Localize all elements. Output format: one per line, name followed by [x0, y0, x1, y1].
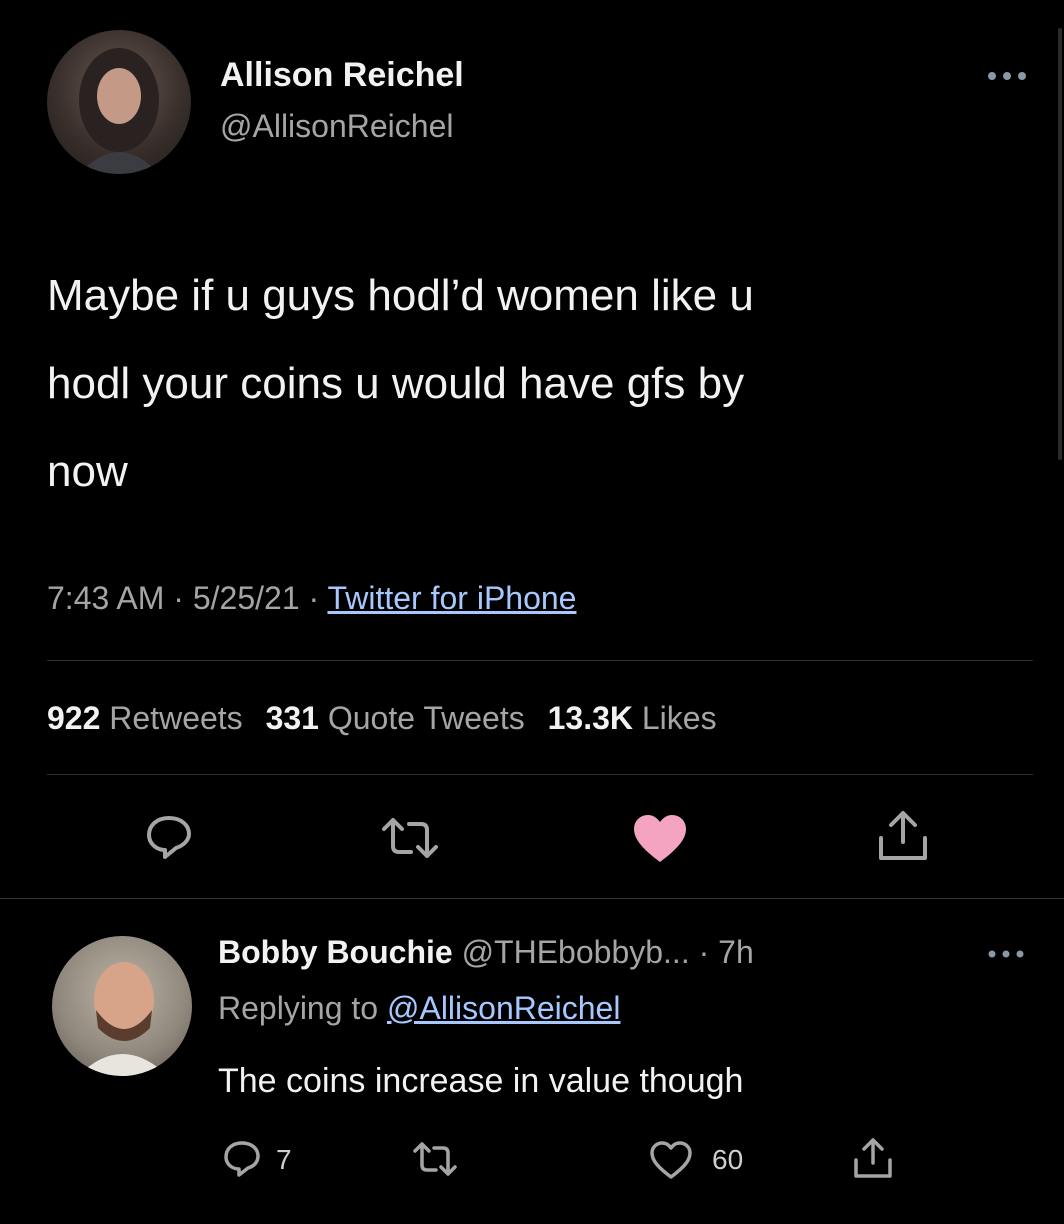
- retweet-icon[interactable]: [381, 814, 439, 862]
- tweet-meta: 7:43 AM · 5/25/21 · Twitter for iPhone: [47, 580, 576, 617]
- tweet-time[interactable]: 7:43 AM: [47, 580, 164, 616]
- share-icon[interactable]: [876, 808, 930, 864]
- reply-age[interactable]: · 7h: [699, 934, 754, 970]
- reply-author-handle[interactable]: @THEbobbyb...: [462, 934, 690, 970]
- reply-text: The coins increase in value though: [218, 1062, 744, 1100]
- tweet-text-line: hodl your coins u would have gfs by: [47, 359, 745, 408]
- likes-label: Likes: [641, 700, 717, 736]
- tweet-text-line: now: [47, 447, 128, 496]
- separator: ·: [308, 580, 320, 616]
- quotes-label: Quote Tweets: [327, 700, 525, 736]
- reply-reply-count: 7: [276, 1144, 292, 1175]
- replying-to: Replying to @AllisonReichel: [218, 990, 620, 1027]
- reply-like-count: 60: [712, 1144, 744, 1175]
- retweets-label: Retweets: [109, 700, 243, 736]
- divider: [47, 660, 1033, 661]
- replying-to-label: Replying to: [218, 990, 379, 1026]
- quotes-count: 331: [265, 700, 319, 736]
- reply-retweet-icon[interactable]: [412, 1140, 458, 1178]
- retweets-count: 922: [47, 700, 101, 736]
- tweet-text-line: Maybe if u guys hodl’d women like u: [47, 271, 754, 320]
- likes-count: 13.3K: [547, 700, 633, 736]
- tweet-text: Maybe if u guys hodl’d women like u hodl…: [47, 252, 1047, 516]
- tweet-stats: 922 Retweets 331 Quote Tweets 13.3K Like…: [47, 700, 717, 737]
- quote-tweets-stat[interactable]: 331 Quote Tweets: [266, 700, 534, 736]
- reply-more-horizontal-icon[interactable]: [986, 946, 1026, 962]
- reply-author-avatar[interactable]: [52, 936, 192, 1076]
- separator: ·: [173, 580, 184, 616]
- more-horizontal-icon[interactable]: [984, 66, 1030, 86]
- tweet-source-link[interactable]: Twitter for iPhone: [327, 580, 576, 616]
- reply-share-icon[interactable]: [852, 1136, 894, 1180]
- reply-like-icon[interactable]: [648, 1140, 694, 1180]
- divider: [0, 898, 1064, 899]
- author-handle[interactable]: @AllisonReichel: [220, 108, 453, 145]
- tweet-date[interactable]: 5/25/21: [193, 580, 300, 616]
- retweets-stat[interactable]: 922 Retweets: [47, 700, 252, 736]
- divider: [47, 774, 1033, 775]
- reply-author-name[interactable]: Bobby Bouchie: [218, 934, 453, 970]
- reply-icon[interactable]: [143, 812, 195, 862]
- scrollbar[interactable]: [1058, 28, 1062, 460]
- replying-to-handle[interactable]: @AllisonReichel: [387, 990, 620, 1026]
- reply-reply-icon[interactable]: [222, 1139, 262, 1179]
- like-icon[interactable]: [630, 812, 690, 866]
- author-avatar[interactable]: [47, 30, 191, 174]
- reply-header: Bobby Bouchie @THEbobbyb... · 7h: [218, 934, 754, 971]
- author-name[interactable]: Allison Reichel: [220, 56, 464, 95]
- likes-stat[interactable]: 13.3K Likes: [548, 700, 717, 736]
